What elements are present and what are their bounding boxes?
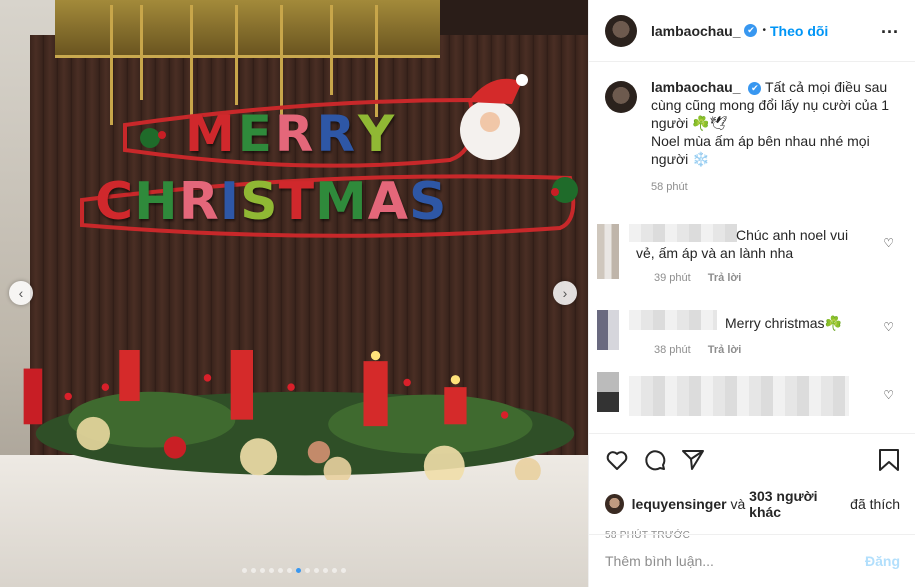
save-bookmark-icon[interactable] bbox=[878, 448, 900, 472]
banner-christmas: CHRISTMAS bbox=[95, 172, 448, 232]
carousel-dot bbox=[314, 568, 319, 573]
post-comment-button[interactable]: Đăng bbox=[865, 553, 900, 569]
likes-suffix: đã thích bbox=[846, 496, 900, 512]
carousel-dot bbox=[242, 568, 247, 573]
liker-username[interactable]: lequyensinger bbox=[632, 496, 727, 512]
blurred-avatar bbox=[597, 310, 619, 350]
post-modal: MERRY CHRISTMAS ‹ › lambaochau_ ✔ • Theo… bbox=[0, 0, 915, 587]
carousel-dot bbox=[251, 568, 256, 573]
caption-body: lambaochau_ ✔ Tất cả mọi điều sau cùng c… bbox=[651, 78, 891, 196]
carousel-dot bbox=[260, 568, 265, 573]
reply-button[interactable]: Trả lời bbox=[708, 272, 742, 284]
blurred-comment bbox=[629, 376, 849, 416]
carousel-dot bbox=[341, 568, 346, 573]
likes-others-link[interactable]: 303 người khác bbox=[749, 488, 846, 520]
carousel-indicator bbox=[0, 568, 588, 573]
liker-avatar[interactable] bbox=[605, 494, 624, 514]
likes-connector: và bbox=[726, 496, 750, 512]
carousel-dot bbox=[323, 568, 328, 573]
post-side-panel: lambaochau_ ✔ • Theo dõi ... lambaochau_… bbox=[588, 0, 915, 587]
carousel-dot bbox=[296, 568, 301, 573]
blurred-username bbox=[629, 310, 717, 330]
more-options-icon[interactable]: ... bbox=[881, 18, 899, 36]
carousel-dot bbox=[269, 568, 274, 573]
caption-verified-icon: ✔ bbox=[748, 82, 762, 95]
caption-username[interactable]: lambaochau_ bbox=[651, 79, 740, 95]
like-comment-icon[interactable]: ♡ bbox=[883, 320, 894, 334]
caption-time: 58 phút bbox=[651, 181, 688, 193]
comment-list: lambaochau_ ✔ Tất cả mọi điều sau cùng c… bbox=[589, 78, 915, 196]
header-separator: • bbox=[762, 25, 766, 36]
carousel-dot bbox=[287, 568, 292, 573]
comment-meta: 39 phút Trả lời bbox=[654, 272, 741, 284]
comment-time: 38 phút bbox=[654, 344, 691, 356]
follow-button[interactable]: Theo dõi bbox=[770, 23, 828, 39]
like-comment-icon[interactable]: ♡ bbox=[883, 388, 894, 402]
banner-merry: MERRY bbox=[185, 105, 398, 163]
carousel-dot bbox=[278, 568, 283, 573]
blurred-avatar bbox=[597, 224, 619, 279]
like-comment-icon[interactable]: ♡ bbox=[883, 236, 894, 250]
caption-avatar[interactable] bbox=[605, 81, 637, 113]
verified-badge-icon: ✔ bbox=[744, 24, 758, 37]
comment-input[interactable]: Thêm bình luận... bbox=[605, 553, 865, 569]
post-photo[interactable]: MERRY CHRISTMAS ‹ › bbox=[0, 0, 588, 587]
garland-decoration bbox=[23, 350, 575, 480]
carousel-next-button[interactable]: › bbox=[553, 281, 577, 305]
add-comment-bar: Thêm bình luận... Đăng bbox=[589, 534, 915, 587]
likes-summary: lequyensinger và 303 người khác đã thích bbox=[605, 488, 900, 520]
comment-bubble-icon[interactable] bbox=[643, 448, 667, 472]
comment-meta: 38 phút Trả lời bbox=[654, 344, 741, 356]
post-header: lambaochau_ ✔ • Theo dõi ... bbox=[589, 0, 915, 62]
caption-text-2: Noel mùa ấm áp bên nhau nhé mọi người ❄️ bbox=[651, 133, 870, 167]
carousel-dot bbox=[332, 568, 337, 573]
author-username[interactable]: lambaochau_ bbox=[651, 23, 740, 39]
blurred-avatar bbox=[597, 372, 619, 412]
comment-text: Merry christmas☘️ bbox=[725, 315, 842, 331]
like-heart-icon[interactable] bbox=[605, 448, 629, 472]
post-actions: lequyensinger và 303 người khác đã thích… bbox=[589, 433, 915, 541]
comment-text: Chúc anh noel vui vẻ, ấm áp và an lành n… bbox=[636, 227, 849, 261]
carousel-dot bbox=[305, 568, 310, 573]
reply-button[interactable]: Trả lời bbox=[708, 344, 742, 356]
post-caption: lambaochau_ ✔ Tất cả mọi điều sau cùng c… bbox=[605, 78, 900, 196]
share-plane-icon[interactable] bbox=[681, 448, 705, 472]
author-avatar[interactable] bbox=[605, 14, 637, 47]
comment-time: 39 phút bbox=[654, 272, 691, 284]
carousel-prev-button[interactable]: ‹ bbox=[9, 281, 33, 305]
